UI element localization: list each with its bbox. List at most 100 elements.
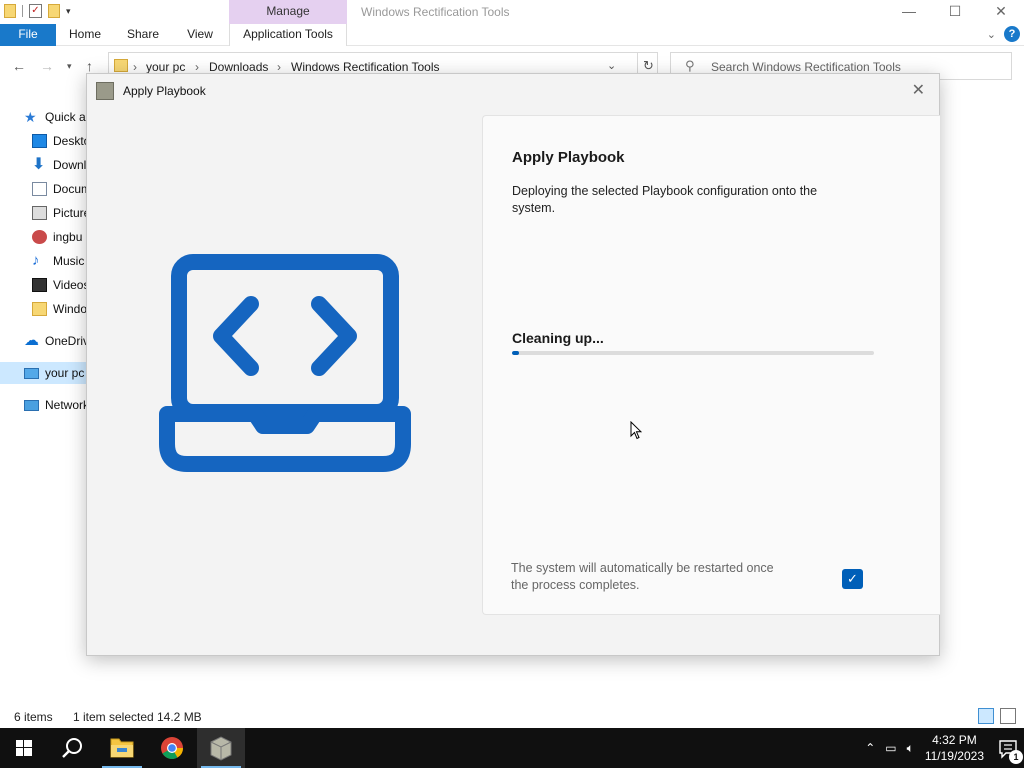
sidebar-item-label: Windows Rectification Tools — [53, 302, 86, 316]
restart-note: The system will automatically be restart… — [511, 561, 774, 592]
music-note-icon: ♪ — [32, 252, 40, 269]
close-button[interactable]: ✕ — [978, 0, 1024, 24]
sidebar-item-desktop[interactable]: Desktop — [32, 130, 86, 152]
notification-count-badge: 1 — [1009, 750, 1023, 764]
sidebar-item-label: Quick access — [45, 110, 86, 124]
page-description: Deploying the selected Playbook configur… — [512, 184, 818, 215]
selection-size: 14.2 MB — [157, 710, 202, 724]
sidebar-item-downloads[interactable]: ⬇ Downloads — [32, 154, 86, 176]
dialog-title: Apply Playbook — [123, 84, 206, 98]
up-arrow-icon[interactable]: ↑ — [86, 58, 93, 74]
recent-locations-chevron-icon[interactable]: ▾ — [67, 61, 72, 72]
details-view-icon[interactable] — [978, 708, 994, 724]
system-tray: ⌃ ▭ 🔈︎ 4:32 PM 11/19/2023 1 — [860, 728, 1024, 768]
search-input[interactable]: Search Windows Rectification Tools — [711, 60, 901, 74]
sidebar-item-videos[interactable]: Videos — [32, 274, 86, 296]
chrome-icon — [161, 737, 183, 759]
cloud-icon: ☁ — [24, 332, 39, 349]
new-folder-icon[interactable] — [48, 4, 60, 18]
sidebar-item-label: Downloads — [53, 158, 86, 172]
ribbon-right-controls: ⌄ ? — [987, 26, 1020, 42]
network-icon[interactable]: ▭ — [885, 741, 896, 755]
dialog-close-button[interactable]: ✕ — [912, 80, 925, 100]
taskbar-chrome[interactable] — [148, 728, 196, 768]
sidebar-item-label: Music — [53, 254, 85, 268]
sidebar-item-label: ingbu — [53, 230, 83, 244]
taskbar-playbook-app[interactable] — [197, 728, 245, 768]
apply-playbook-dialog: Apply Playbook ✕ Apply Playbook Deployin… — [86, 73, 940, 656]
tab-file[interactable]: File — [0, 24, 56, 46]
app-icon — [96, 82, 114, 100]
maximize-button[interactable]: ☐ — [932, 0, 978, 24]
taskbar-clock[interactable]: 4:32 PM 11/19/2023 — [925, 732, 984, 764]
search-icon: ⚲ — [685, 58, 695, 73]
sidebar-item-windows-rectification-tools[interactable]: Windows Rectification Tools — [32, 298, 86, 320]
help-icon[interactable]: ? — [1004, 26, 1020, 42]
breadcrumb-downloads[interactable]: Downloads — [209, 60, 268, 74]
clock-date: 11/19/2023 — [924, 749, 984, 763]
auto-restart-checkbox[interactable]: ✓ — [842, 569, 863, 589]
sidebar-item-label: Documents — [53, 182, 86, 196]
start-button[interactable] — [0, 728, 48, 768]
forward-arrow-icon[interactable]: → — [40, 58, 54, 74]
progress-status-label: Cleaning up... — [512, 330, 604, 346]
status-bar: 6 items 1 item selected 14.2 MB — [0, 706, 1024, 728]
minimize-button[interactable]: — — [886, 0, 932, 24]
sidebar-item-label: Network — [45, 398, 86, 412]
large-icons-view-icon[interactable] — [1000, 708, 1016, 724]
tab-home[interactable]: Home — [58, 24, 112, 46]
navigation-pane: ★ Quick access Desktop ⬇ Downloads Docum… — [0, 100, 86, 700]
customize-toolbar-chevron-icon[interactable]: ▾ — [66, 6, 71, 17]
desktop-icon — [32, 134, 47, 148]
sidebar-item-quick-access[interactable]: ★ Quick access — [24, 106, 86, 128]
tab-application-tools[interactable]: Application Tools — [229, 24, 347, 46]
clock-time: 4:32 PM — [932, 733, 977, 747]
divider — [22, 5, 23, 17]
sidebar-item-network[interactable]: Network — [24, 394, 86, 416]
ribbon-tabs: File Home Share View Application Tools ⌄… — [0, 24, 1024, 46]
sidebar-item-label: Videos — [53, 278, 86, 292]
box-icon — [210, 736, 232, 761]
windows-logo-icon — [16, 740, 32, 756]
sidebar-item-music[interactable]: ♪ Music — [32, 250, 86, 272]
item-count: 6 items — [14, 710, 53, 724]
sidebar-item-label: OneDrive — [45, 334, 86, 348]
expand-ribbon-chevron-icon[interactable]: ⌄ — [987, 28, 996, 41]
show-hidden-icons-chevron-icon[interactable]: ⌃ — [865, 741, 875, 755]
progress-card: Apply Playbook Deploying the selected Pl… — [482, 115, 940, 615]
sidebar-item-label: Pictures — [53, 206, 86, 220]
tab-share[interactable]: Share — [117, 24, 169, 46]
back-arrow-icon[interactable]: ← — [12, 58, 26, 74]
computer-icon — [24, 367, 39, 379]
taskbar-file-explorer[interactable] — [98, 728, 146, 768]
page-title: Apply Playbook — [512, 149, 625, 166]
pictures-icon — [32, 206, 47, 220]
sidebar-item-your-pc[interactable]: your pc — [0, 362, 86, 384]
tab-view[interactable]: View — [175, 24, 225, 46]
sidebar-item-pictures[interactable]: Pictures — [32, 202, 86, 224]
film-icon — [32, 278, 47, 292]
document-icon — [32, 182, 47, 196]
window-controls: — ☐ ✕ — [886, 0, 1024, 24]
address-dropdown-chevron-icon[interactable]: ⌄ — [607, 59, 616, 72]
action-center-button[interactable]: 1 — [994, 728, 1024, 768]
folder-icon[interactable] — [4, 4, 16, 18]
window-title: Windows Rectification Tools — [361, 5, 510, 19]
sidebar-item-onedrive[interactable]: ☁ OneDrive — [24, 330, 86, 352]
breadcrumb-separator-icon[interactable]: › — [133, 60, 137, 74]
volume-muted-icon[interactable]: 🔈︎ — [907, 741, 914, 756]
properties-icon[interactable]: ✓ — [29, 4, 42, 18]
tab-manage[interactable]: Manage — [229, 0, 347, 24]
breadcrumb-your-pc[interactable]: your pc — [146, 60, 185, 74]
sidebar-item-ingbu[interactable]: ingbu — [32, 226, 86, 248]
breadcrumb-current-folder[interactable]: Windows Rectification Tools — [291, 60, 440, 74]
view-toggle — [978, 708, 1016, 724]
quick-access-toolbar: ✓ ▾ — [4, 4, 71, 18]
sidebar-item-label: Desktop — [53, 134, 86, 148]
taskbar-search-button[interactable] — [48, 728, 96, 768]
sidebar-item-documents[interactable]: Documents — [32, 178, 86, 200]
breadcrumb-separator-icon[interactable]: › — [277, 60, 281, 74]
taskbar: ⌃ ▭ 🔈︎ 4:32 PM 11/19/2023 1 — [0, 728, 1024, 768]
user-folder-icon — [32, 230, 47, 244]
breadcrumb-separator-icon[interactable]: › — [195, 60, 199, 74]
